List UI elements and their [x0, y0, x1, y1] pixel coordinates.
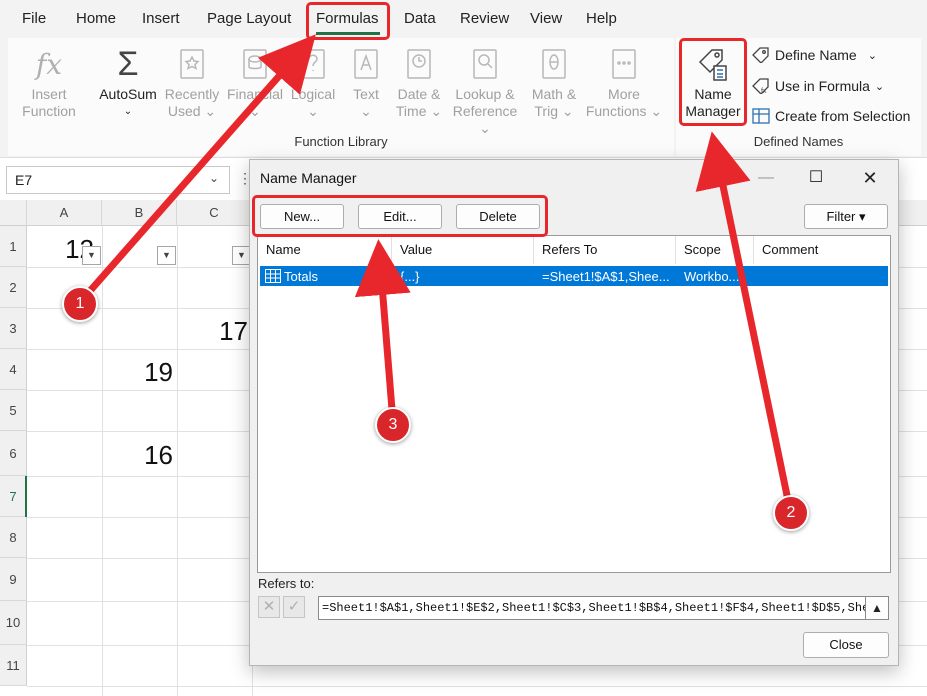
step-marker-2: 2 — [773, 495, 809, 531]
arrow-3 — [354, 239, 411, 423]
annotation-arrows — [79, 34, 794, 511]
arrow-2 — [695, 131, 794, 511]
step-marker-1: 1 — [62, 286, 98, 322]
step-marker-3: 3 — [375, 407, 411, 443]
arrow-1 — [79, 34, 316, 303]
